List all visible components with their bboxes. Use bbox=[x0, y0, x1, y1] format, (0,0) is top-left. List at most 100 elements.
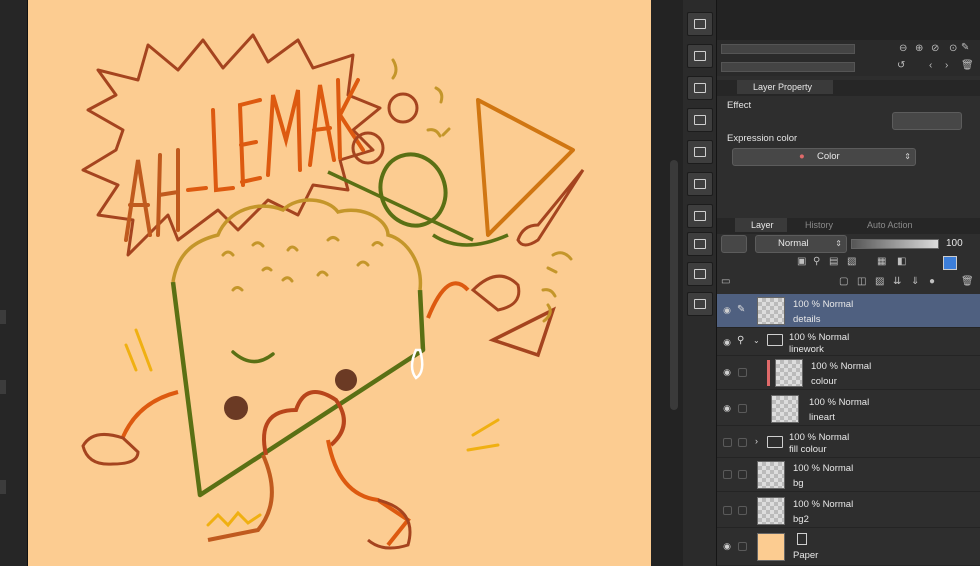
layer-row-bg2[interactable]: 100 % Normal bg2 bbox=[717, 494, 980, 528]
tab-history[interactable]: History bbox=[789, 218, 847, 232]
zoom-slider[interactable] bbox=[721, 44, 855, 54]
eyedropper-icon[interactable]: ✎ bbox=[961, 42, 969, 53]
layer-checkbox[interactable] bbox=[738, 542, 747, 551]
grid-icon[interactable] bbox=[687, 232, 713, 256]
layer-thumbnail bbox=[757, 461, 785, 489]
eye-icon[interactable]: ◉ bbox=[721, 367, 733, 377]
merge-icon[interactable]: ⇓ bbox=[911, 276, 919, 287]
panel-top-area bbox=[717, 0, 980, 40]
tab-layer-property[interactable]: Layer Property bbox=[737, 80, 833, 94]
tab-search[interactable] bbox=[853, 80, 873, 94]
layer-copy-icon[interactable] bbox=[687, 204, 713, 228]
reset-icon[interactable]: ⊙ bbox=[949, 43, 957, 54]
transform-icon[interactable] bbox=[687, 172, 713, 196]
prev-icon[interactable]: ‹ bbox=[929, 60, 932, 71]
layer-row-linework[interactable]: ◉ ⚲ ⌄ 100 % Normal linework bbox=[717, 328, 980, 356]
layer-checkbox[interactable] bbox=[738, 438, 747, 447]
tab-layer-label: Layer bbox=[751, 220, 774, 230]
layer-checkbox[interactable] bbox=[738, 506, 747, 515]
layer-row-bg[interactable]: 100 % Normal bg bbox=[717, 458, 980, 492]
eye-icon[interactable]: ◉ bbox=[721, 337, 733, 347]
collapse-handle[interactable] bbox=[0, 380, 6, 394]
left-tool-bar bbox=[0, 0, 28, 566]
layer-row-details[interactable]: ◉ ✎ 100 % Normal details bbox=[717, 294, 980, 328]
blend-mode-dropdown[interactable]: Normal ⇕ bbox=[755, 235, 847, 253]
drawing-canvas[interactable] bbox=[28, 0, 651, 566]
layer-row-colour[interactable]: ◉ 100 % Normal colour bbox=[717, 356, 980, 390]
reference-icon[interactable]: ⚲ bbox=[813, 256, 820, 267]
opacity-slider[interactable] bbox=[851, 239, 939, 249]
fit-icon[interactable]: ⊘ bbox=[931, 43, 939, 54]
effect-toggle-group[interactable] bbox=[892, 112, 962, 130]
palette-color-icon[interactable]: ◧ bbox=[897, 256, 906, 267]
panel-toolstrip bbox=[683, 0, 717, 566]
anchovy bbox=[516, 169, 585, 247]
collapse-handle[interactable] bbox=[0, 480, 6, 494]
next-icon[interactable]: › bbox=[945, 60, 948, 71]
layer-thumbnail bbox=[771, 395, 799, 423]
tab-auto-action[interactable]: Auto Action bbox=[851, 218, 929, 232]
new-folder-icon[interactable]: ▨ bbox=[875, 276, 884, 287]
close-icon[interactable] bbox=[687, 76, 713, 100]
vertical-scrollbar[interactable] bbox=[670, 160, 678, 410]
opacity-value[interactable]: 100 bbox=[946, 238, 963, 249]
transfer-icon[interactable]: ⇊ bbox=[893, 276, 901, 287]
grid-icon[interactable] bbox=[687, 108, 713, 132]
peanut bbox=[351, 131, 385, 165]
layer-color-swatch[interactable] bbox=[943, 256, 957, 270]
eye-icon[interactable]: ◉ bbox=[721, 541, 733, 551]
tab-secondary[interactable] bbox=[833, 80, 853, 94]
layer-color-dropdown[interactable] bbox=[721, 235, 747, 253]
rotate-slider[interactable] bbox=[721, 62, 855, 72]
expression-color-header: Expression color bbox=[717, 133, 980, 147]
layer-row-paper[interactable]: ◉ Paper bbox=[717, 530, 980, 566]
eye-icon[interactable]: ◉ bbox=[721, 403, 733, 413]
layer-checkbox[interactable] bbox=[738, 404, 747, 413]
layer-row-lineart[interactable]: ◉ 100 % Normal lineart bbox=[717, 392, 980, 426]
zoom-out-icon[interactable]: ⊖ bbox=[899, 43, 907, 54]
layer-copy-icon[interactable] bbox=[687, 140, 713, 164]
new-layer-icon[interactable]: ▢ bbox=[839, 276, 848, 287]
layer-name: bg bbox=[793, 478, 804, 489]
trash-icon[interactable]: 🗑 bbox=[961, 276, 974, 287]
tab-layer[interactable]: Layer bbox=[735, 218, 787, 232]
delete-icon[interactable]: 🗑 bbox=[961, 60, 974, 71]
clip-icon[interactable]: ▣ bbox=[797, 256, 806, 267]
left-arm bbox=[121, 390, 179, 438]
left-hand bbox=[81, 432, 140, 466]
zoom-in-icon[interactable]: ⊕ bbox=[915, 43, 923, 54]
back-shoe bbox=[488, 306, 556, 358]
visibility-checkbox[interactable] bbox=[723, 438, 732, 447]
new-vector-icon[interactable]: ◫ bbox=[857, 276, 866, 287]
navigator-controls: ⊖ ⊕ ⊘ ⊙ ✎ ↺ ‹ › 🗑 bbox=[717, 40, 980, 76]
lock-icon[interactable]: ▤ bbox=[829, 256, 838, 267]
visibility-checkbox[interactable] bbox=[723, 470, 732, 479]
eye-icon[interactable]: ◉ bbox=[721, 305, 733, 315]
layer-row-fill-colour[interactable]: › 100 % Normal fill colour bbox=[717, 428, 980, 458]
mask-icon[interactable]: ▦ bbox=[877, 256, 886, 267]
color-palette-icon: ● bbox=[799, 151, 805, 162]
layer-copy-icon[interactable] bbox=[687, 44, 713, 68]
layer-checkbox[interactable] bbox=[738, 470, 747, 479]
layer-opacity-mode: 100 % Normal bbox=[789, 332, 850, 343]
lock-alpha-icon[interactable]: ▧ bbox=[847, 256, 856, 267]
export-icon[interactable] bbox=[687, 292, 713, 316]
mask-icon[interactable]: ● bbox=[929, 276, 935, 287]
app-window: ⊖ ⊕ ⊘ ⊙ ✎ ↺ ‹ › 🗑 Layer Property Effect … bbox=[0, 0, 980, 566]
skewer bbox=[327, 170, 474, 242]
expression-color-dropdown[interactable]: ● Color ⇕ bbox=[732, 148, 916, 166]
rotate-left-icon[interactable]: ↺ bbox=[897, 60, 905, 71]
right-hand bbox=[470, 274, 521, 312]
ah-lemak-lettering bbox=[124, 78, 365, 242]
visibility-checkbox[interactable] bbox=[723, 506, 732, 515]
layer-copy-icon[interactable] bbox=[687, 12, 713, 36]
chevron-down-icon[interactable]: ⌄ bbox=[753, 336, 760, 345]
panel-menu-icon[interactable]: ▭ bbox=[721, 276, 730, 287]
layer-options-row-1: ▣ ⚲ ▤ ▧ ▦ ◧ bbox=[717, 254, 980, 272]
layer-copy-icon[interactable] bbox=[687, 262, 713, 286]
chevron-right-icon[interactable]: › bbox=[755, 436, 758, 446]
layer-name: fill colour bbox=[789, 444, 827, 455]
layer-tabs: Layer History Auto Action bbox=[717, 218, 980, 234]
collapse-handle[interactable] bbox=[0, 310, 6, 324]
layer-checkbox[interactable] bbox=[738, 368, 747, 377]
